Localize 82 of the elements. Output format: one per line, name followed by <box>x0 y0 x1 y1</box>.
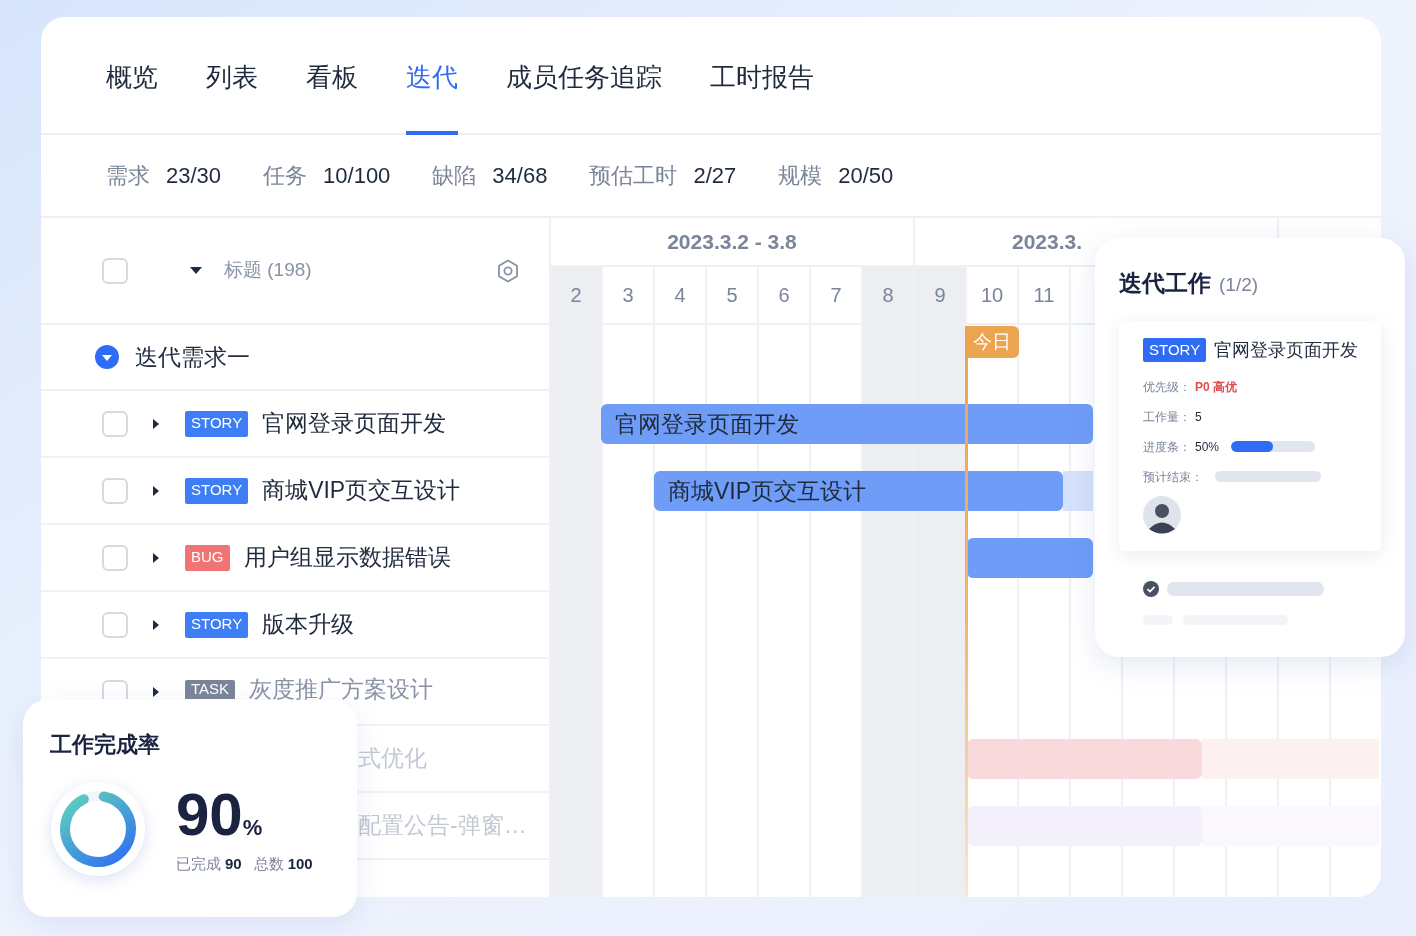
day-label: 3 <box>622 283 634 308</box>
field-label: 优先级： <box>1143 378 1191 396</box>
stat-label: 规模 <box>778 162 823 190</box>
task-title: 版本升级 <box>262 610 355 640</box>
task-title: 用户组显示数据错误 <box>243 543 451 573</box>
tag: STORY <box>185 611 249 638</box>
stat-value: 90 <box>225 853 242 874</box>
day-label: 10 <box>980 283 1004 308</box>
caret-icon[interactable] <box>152 417 160 430</box>
day-label: 11 <box>1033 283 1055 308</box>
field-label: 进度条： <box>1143 438 1191 456</box>
caret-icon[interactable] <box>152 551 160 564</box>
stat-value: 20/50 <box>838 162 894 190</box>
group-title: 迭代需求一 <box>135 342 250 372</box>
day-label: 9 <box>934 283 946 308</box>
panel-count: (1/2) <box>1219 273 1259 297</box>
checkbox[interactable] <box>102 257 128 284</box>
tab[interactable]: 成员任务追踪 <box>506 58 662 135</box>
stat-label: 需求 <box>106 162 150 190</box>
stat-label: 任务 <box>263 162 308 190</box>
day-label: 6 <box>778 283 790 308</box>
stat-value: 23/30 <box>166 162 222 190</box>
caret-icon[interactable] <box>152 618 160 631</box>
card-title: 工作完成率 <box>50 731 161 759</box>
day-label: 2 <box>570 283 582 308</box>
stat-label: 总数 <box>253 853 284 874</box>
checkbox[interactable] <box>102 611 128 638</box>
priority-value: P0 高优 <box>1195 378 1237 396</box>
tag: STORY <box>185 477 249 504</box>
checkbox[interactable] <box>102 410 128 437</box>
task-card[interactable]: STORY 官网登录页面开发 优先级： P0 高优 工作量： 5 进度条： 50% 预计结束： <box>1119 320 1381 551</box>
day-label: 4 <box>674 283 686 308</box>
task-bar[interactable] <box>967 739 1202 779</box>
caret-icon[interactable] <box>152 686 160 698</box>
field-label: 工作量： <box>1143 408 1191 426</box>
card-title: 官网登录页面开发 <box>1214 338 1359 362</box>
day-label: 7 <box>830 283 842 308</box>
task-title: 官网登录页面开发 <box>262 409 447 439</box>
week-label: 2023.3. <box>1012 228 1083 255</box>
day-label: 5 <box>726 283 738 308</box>
tab[interactable]: 列表 <box>206 58 258 135</box>
stat-value: 34/68 <box>492 162 548 190</box>
task-bar[interactable] <box>967 806 1202 846</box>
rate-unit: % <box>242 814 263 842</box>
task-title: 商城VIP页交互设计 <box>262 476 461 506</box>
check-icon <box>1143 580 1159 597</box>
avatar-icon <box>1143 495 1181 534</box>
tag: STORY <box>1143 338 1207 362</box>
stat-label: 已完成 <box>176 853 221 874</box>
column-title: 标题 (198) <box>224 258 312 283</box>
tab[interactable]: 概览 <box>106 58 158 135</box>
progress-value: 50% <box>1195 438 1220 456</box>
day-label: 8 <box>882 283 894 308</box>
week-label: 2023.3.2 - 3.8 <box>667 228 797 255</box>
caret-down-icon[interactable] <box>190 266 202 275</box>
tag: TASK <box>185 680 236 699</box>
task-title: 式优化 <box>358 744 427 774</box>
tag: STORY <box>185 410 249 437</box>
panel-title: 迭代工作 <box>1119 269 1211 298</box>
field-label: 预计结束： <box>1143 468 1203 486</box>
stat-value: 100 <box>287 853 313 874</box>
caret-icon[interactable] <box>152 484 160 497</box>
checkbox[interactable] <box>102 544 128 571</box>
tab[interactable]: 迭代 <box>406 58 458 135</box>
stat-value: 2/27 <box>693 162 737 190</box>
task-bar[interactable]: 商城VIP页交互设计 <box>654 471 1063 511</box>
rate-value: 90 <box>176 782 243 847</box>
stat-value: 10/100 <box>323 162 391 190</box>
tab[interactable]: 看板 <box>306 58 358 135</box>
checkbox[interactable] <box>102 680 128 699</box>
tag: BUG <box>185 544 230 571</box>
settings-icon[interactable] <box>497 258 519 283</box>
workload-value: 5 <box>1195 408 1202 426</box>
collapse-icon[interactable] <box>94 344 120 370</box>
checkbox[interactable] <box>102 477 128 504</box>
tab[interactable]: 工时报告 <box>710 58 814 135</box>
stat-label: 缺陷 <box>432 162 477 190</box>
today-flag: 今日 <box>965 326 1019 358</box>
task-bar[interactable]: 官网登录页面开发 <box>601 404 1093 444</box>
stat-label: 预估工时 <box>589 162 678 190</box>
task-title: 配置公告-弹窗… <box>358 811 527 841</box>
task-bar[interactable] <box>967 538 1093 578</box>
